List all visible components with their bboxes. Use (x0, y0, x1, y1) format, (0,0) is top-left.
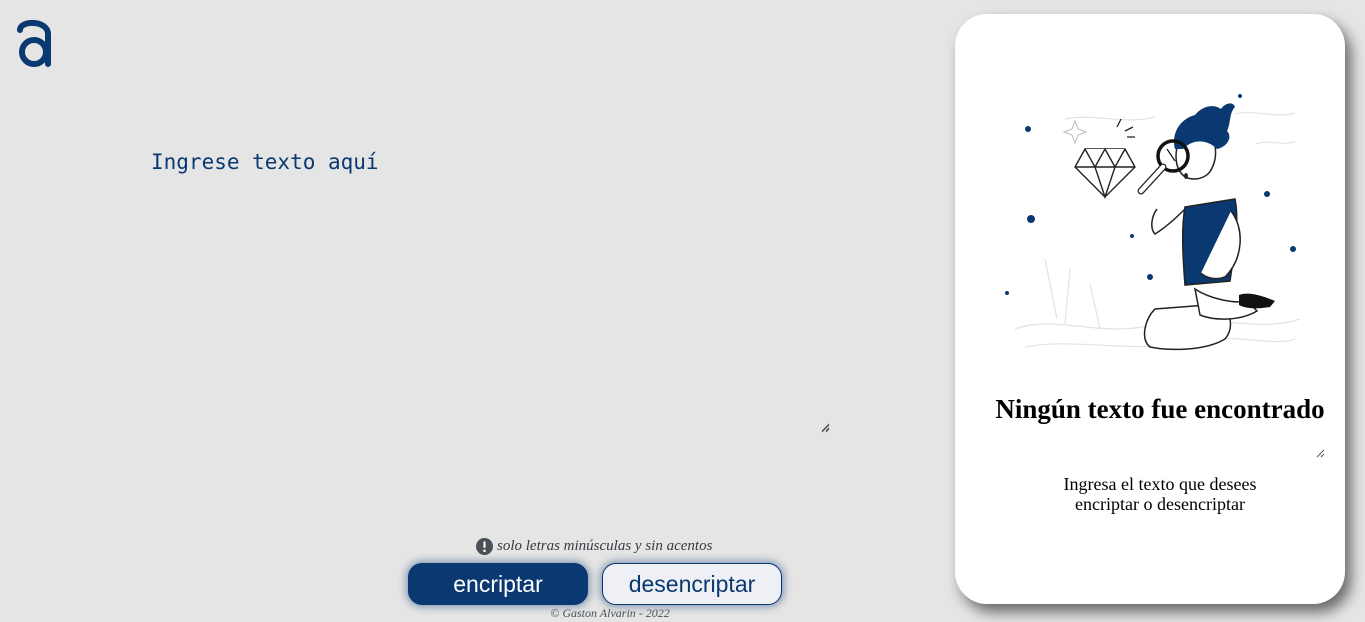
encrypt-button-label: encriptar (453, 570, 543, 597)
exclamation-circle-icon (476, 537, 493, 555)
person-with-magnifying-glass-illustration (1005, 94, 1301, 351)
input-hint: solo letras minúsculas y sin acentos (476, 536, 712, 556)
encrypt-button[interactable]: encriptar (408, 563, 588, 605)
result-panel: Ningún texto fue encontrado Ingresa el t… (955, 14, 1345, 604)
hint-text: solo letras minúsculas y sin acentos (497, 537, 713, 554)
decrypt-button[interactable]: desencriptar (602, 563, 782, 605)
resize-handle-icon[interactable] (1315, 448, 1325, 458)
footer-copyright: © Gaston Alvarin - 2022 (550, 606, 670, 620)
empty-state-subtitle: Ingresa el texto que desees encriptar o … (1063, 474, 1257, 514)
decrypt-button-label: desencriptar (628, 570, 756, 597)
text-input[interactable] (140, 140, 830, 432)
empty-state-title: Ningún texto fue encontrado (995, 394, 1325, 424)
alura-logo-icon (17, 20, 51, 67)
resize-handle-icon[interactable] (820, 423, 830, 433)
